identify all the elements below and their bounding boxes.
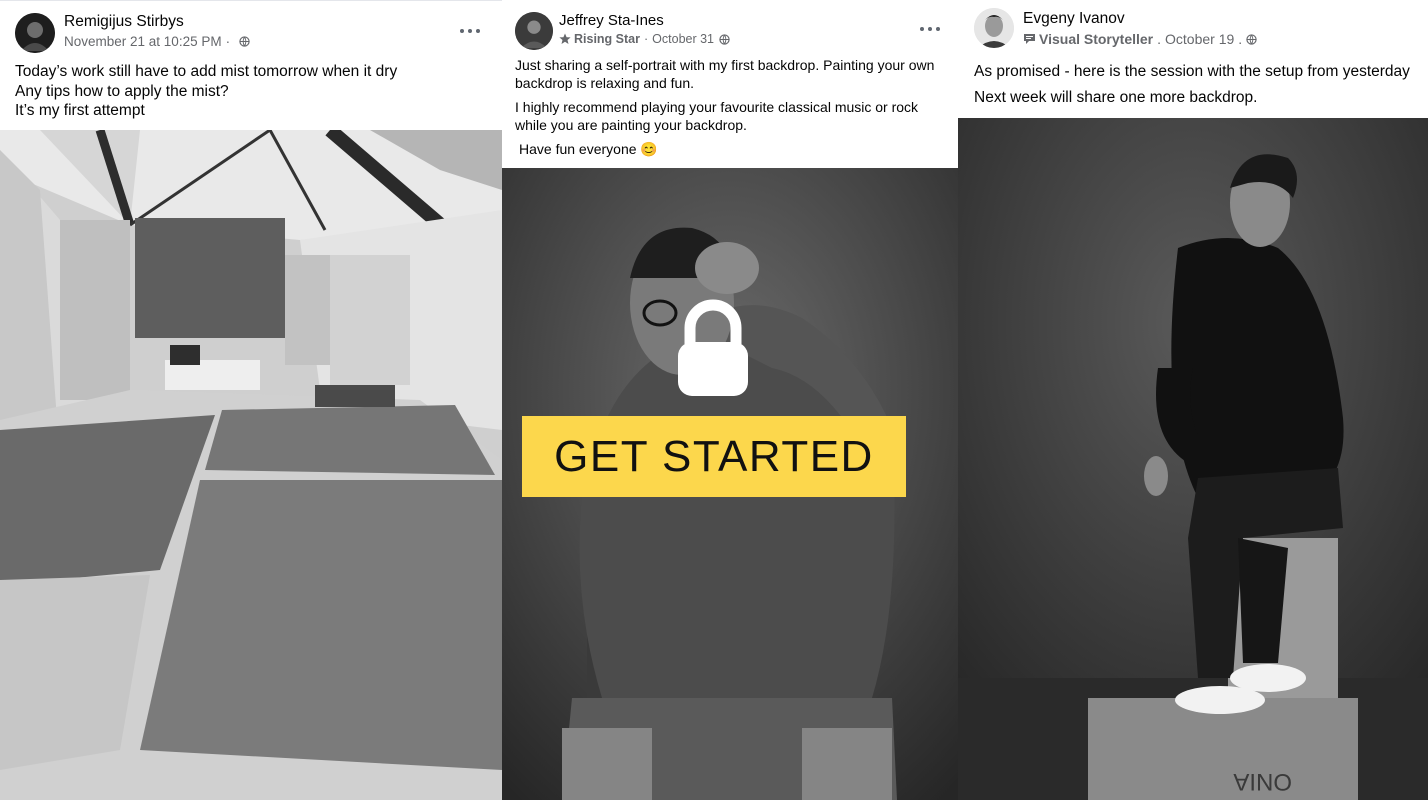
meta-separator: .: [1238, 31, 1243, 47]
author-name[interactable]: Jeffrey Sta-Ines: [559, 12, 664, 29]
author-name[interactable]: Remigijus Stirbys: [64, 13, 184, 31]
post-meta: Visual Storyteller . October 19 .: [1023, 31, 1257, 47]
post-text: Today’s work still have to add mist tomo…: [15, 62, 397, 121]
star-icon: [559, 33, 571, 44]
post-card-1: Remigijus Stirbys November 21 at 10:25 P…: [0, 0, 502, 800]
more-options-icon[interactable]: [918, 21, 942, 37]
globe-icon: [1246, 33, 1257, 45]
post-meta: November 21 at 10:25 PM ·: [64, 34, 250, 49]
meta-separator: .: [1157, 31, 1162, 47]
author-avatar[interactable]: [974, 8, 1014, 48]
post-timestamp[interactable]: October 31: [652, 32, 714, 46]
get-started-button[interactable]: GET STARTED: [522, 416, 906, 497]
post-paragraph: Have fun everyone 😊: [519, 141, 658, 157]
post-text: Just sharing a self-portrait with my fir…: [515, 57, 944, 159]
author-avatar[interactable]: [15, 13, 55, 53]
studio-floor-backdrop-photo[interactable]: [0, 130, 502, 800]
badge-label[interactable]: Rising Star: [574, 32, 640, 46]
post-card-3: Evgeny Ivanov Visual Storyteller . Octob…: [958, 0, 1428, 800]
seated-model-photo[interactable]: ONIA: [958, 118, 1428, 800]
post-card-2: Jeffrey Sta-Ines Rising Star · October 3…: [502, 0, 958, 800]
meta-separator: ·: [644, 32, 649, 46]
post-text-line: Today’s work still have to add mist tomo…: [15, 63, 398, 80]
post-text-line: Any tips how to apply the mist?: [15, 82, 229, 100]
post-header: Remigijus Stirbys November 21 at 10:25 P…: [0, 0, 502, 130]
post-header: Jeffrey Sta-Ines Rising Star · October 3…: [502, 0, 958, 168]
globe-icon: [719, 33, 730, 45]
post-header: Evgeny Ivanov Visual Storyteller . Octob…: [958, 0, 1428, 118]
speech-bubble-icon: [1024, 34, 1035, 44]
globe-icon: [239, 36, 250, 47]
crate-label: ONIA: [1233, 768, 1292, 795]
post-text-line: Next week will share one more backdrop.: [974, 89, 1258, 106]
post-timestamp[interactable]: October 19: [1165, 31, 1234, 47]
meta-separator: ·: [225, 34, 231, 49]
post-timestamp[interactable]: November 21 at 10:25 PM: [64, 34, 222, 49]
badge-label[interactable]: Visual Storyteller: [1039, 31, 1153, 47]
post-text-line: It’s my first attempt: [15, 102, 145, 119]
lock-icon: [678, 299, 748, 396]
author-name[interactable]: Evgeny Ivanov: [1023, 10, 1125, 28]
post-text: As promised - here is the session with t…: [974, 59, 1410, 111]
more-options-icon[interactable]: [458, 23, 482, 39]
post-paragraph: Just sharing a self-portrait with my fir…: [515, 57, 935, 91]
post-text-line: As promised - here is the session with t…: [974, 63, 1410, 80]
post-meta: Rising Star · October 31: [559, 32, 730, 46]
author-avatar[interactable]: [515, 12, 553, 50]
get-started-label: GET STARTED: [554, 431, 874, 481]
post-paragraph: I highly recommend playing your favourit…: [515, 99, 919, 133]
